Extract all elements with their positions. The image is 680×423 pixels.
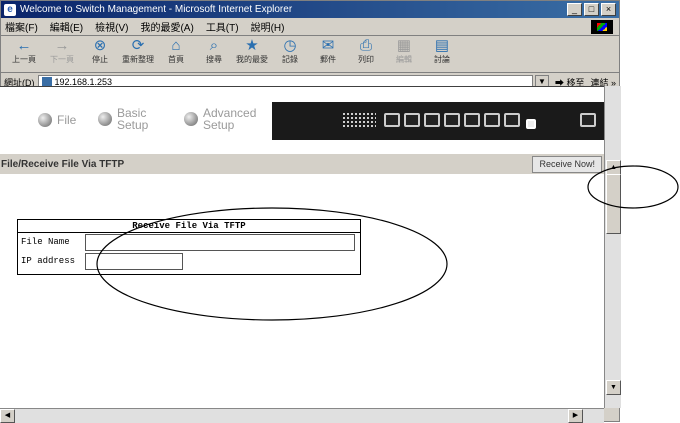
history-button[interactable]: ◷ 記錄 — [271, 38, 309, 65]
home-button[interactable]: ⌂ 首頁 — [157, 38, 195, 65]
switch-panel-image — [272, 102, 604, 140]
stop-icon: ⊗ — [93, 37, 107, 54]
switch-port — [464, 113, 480, 127]
forward-button[interactable]: → 下一頁 — [43, 38, 81, 65]
tftp-form: Receive File Via TFTP File Name IP addre… — [17, 219, 361, 275]
stop-label: 停止 — [92, 55, 108, 64]
nav-file[interactable]: File — [38, 113, 76, 127]
windows-logo-icon — [591, 20, 613, 34]
switch-port — [404, 113, 420, 127]
search-button[interactable]: ⌕ 搜尋 — [195, 38, 233, 65]
file-name-row: File Name — [21, 237, 70, 247]
form-title: Receive File Via TFTP — [18, 220, 360, 233]
print-button[interactable]: ⎙ 列印 — [347, 38, 385, 65]
menu-favorites[interactable]: 我的最愛(A) — [140, 19, 193, 34]
ie-icon: e — [4, 3, 16, 16]
mail-button[interactable]: ✉ 郵件 — [309, 38, 347, 65]
forward-label: 下一頁 — [50, 55, 74, 64]
refresh-label: 重新整理 — [122, 55, 154, 64]
menu-view[interactable]: 檢視(V) — [95, 19, 128, 34]
discuss-label: 討論 — [434, 55, 450, 64]
scroll-up-icon[interactable]: ▲ — [606, 160, 621, 175]
home-label: 首頁 — [168, 55, 184, 64]
refresh-button[interactable]: ⟳ 重新整理 — [119, 38, 157, 65]
window-title: Welcome to Switch Management - Microsoft… — [20, 4, 293, 15]
stop-button[interactable]: ⊗ 停止 — [81, 38, 119, 65]
switch-port — [444, 113, 460, 127]
scroll-thumb[interactable] — [606, 174, 621, 234]
nav-advanced-setup[interactable]: Advanced Setup — [184, 107, 269, 131]
favorites-icon: ★ — [245, 37, 259, 54]
scroll-left-icon[interactable]: ◀ — [0, 409, 15, 423]
back-button[interactable]: ← 上一頁 — [5, 38, 43, 65]
switch-port — [424, 113, 440, 127]
nav-ball-icon — [184, 112, 198, 126]
ip-address-label: IP address — [21, 256, 76, 266]
history-icon: ◷ — [283, 37, 297, 54]
refresh-icon: ⟳ — [131, 37, 145, 54]
search-label: 搜尋 — [206, 55, 222, 64]
favorites-button[interactable]: ★ 我的最愛 — [233, 38, 271, 65]
back-label: 上一頁 — [12, 55, 36, 64]
back-icon: ← — [16, 37, 32, 54]
minimize-button[interactable]: _ — [567, 3, 582, 16]
menu-help[interactable]: 說明(H) — [251, 19, 285, 34]
history-label: 記錄 — [282, 55, 298, 64]
vertical-scrollbar[interactable]: ▲ ▼ — [604, 86, 621, 408]
section-header-bar: File/Receive File Via TFTP Receive Now! — [0, 154, 604, 174]
file-name-input[interactable] — [85, 234, 355, 251]
forward-icon: → — [54, 37, 70, 54]
nav-file-label: File — [57, 113, 77, 127]
switch-uplink-port — [526, 119, 536, 129]
nav-advanced-label: Advanced Setup — [203, 106, 257, 132]
switch-port — [504, 113, 520, 127]
menu-edit[interactable]: 編輯(E) — [50, 19, 83, 34]
nav-basic-setup[interactable]: Basic Setup — [98, 107, 159, 131]
top-navigation: File Basic Setup Advanced Setup — [0, 97, 604, 147]
favorites-label: 我的最愛 — [236, 55, 268, 64]
switch-port — [484, 113, 500, 127]
switch-led-grid — [342, 112, 376, 128]
nav-ball-icon — [38, 113, 52, 127]
search-icon: ⌕ — [209, 37, 219, 54]
edit-label: 編輯 — [396, 55, 412, 64]
edit-icon: ▦ — [396, 37, 412, 54]
discuss-button[interactable]: ▤ 討論 — [423, 38, 461, 65]
discuss-icon: ▤ — [434, 37, 450, 54]
ip-row: IP address — [21, 256, 75, 266]
switch-port — [580, 113, 596, 127]
browser-toolbar: ← 上一頁 → 下一頁 ⊗ 停止 ⟳ 重新整理 ⌂ 首頁 ⌕ 搜尋 ★ 我的最愛 ◷ 記錄 ✉ 郵… — [1, 36, 619, 73]
switch-port — [384, 113, 400, 127]
title-bar: e Welcome to Switch Management - Microso… — [1, 1, 619, 18]
print-icon: ⎙ — [359, 37, 372, 54]
scroll-right-icon[interactable]: ▶ — [568, 409, 583, 423]
close-button[interactable]: × — [601, 3, 616, 16]
mail-label: 郵件 — [320, 55, 336, 64]
maximize-button[interactable]: □ — [584, 3, 599, 16]
menu-bar: 檔案(F) 編輯(E) 檢視(V) 我的最愛(A) 工具(T) 說明(H) — [1, 18, 619, 36]
file-name-label: File Name — [21, 237, 70, 247]
page-heading: File/Receive File Via TFTP — [1, 158, 125, 170]
ip-address-input[interactable] — [85, 253, 183, 270]
scroll-down-icon[interactable]: ▼ — [606, 380, 621, 395]
nav-basic-label: Basic Setup — [117, 106, 149, 132]
home-icon: ⌂ — [171, 37, 181, 54]
nav-ball-icon — [98, 112, 112, 126]
edit-button[interactable]: ▦ 編輯 — [385, 38, 423, 65]
horizontal-scrollbar[interactable]: ◀ ▶ — [0, 408, 604, 423]
print-label: 列印 — [358, 55, 374, 64]
mail-icon: ✉ — [321, 37, 335, 54]
menu-tools[interactable]: 工具(T) — [206, 19, 239, 34]
menu-file[interactable]: 檔案(F) — [5, 19, 38, 34]
receive-now-button[interactable]: Receive Now! — [532, 156, 602, 173]
